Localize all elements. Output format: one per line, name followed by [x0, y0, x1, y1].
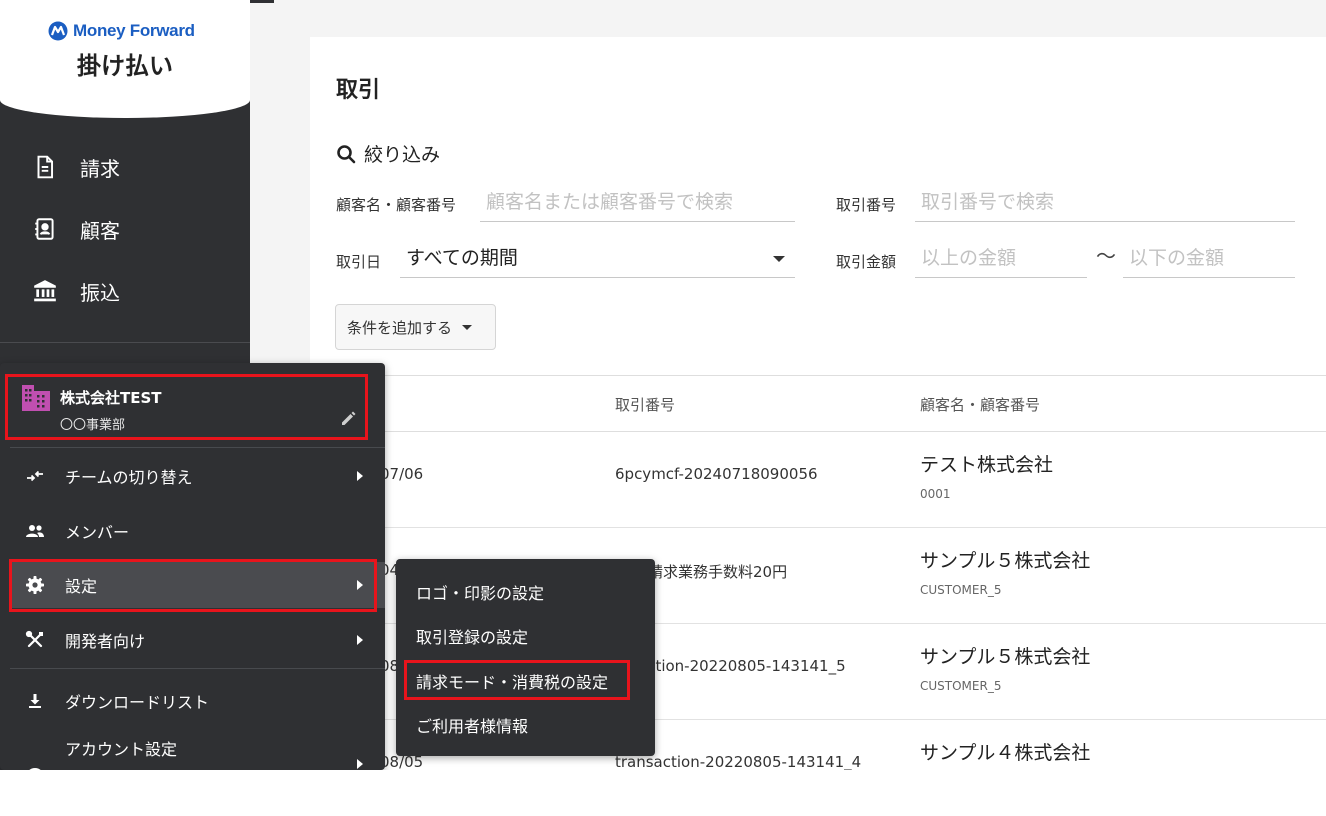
column-header-transaction-no[interactable]: 取引番号 [615, 394, 675, 415]
logo-text: Money Forward [73, 21, 195, 40]
search-icon [337, 144, 356, 163]
sidebar-item-transfer[interactable]: 振込 [0, 260, 250, 322]
tax-settings-highlight-frame [404, 660, 630, 700]
row-transaction-no: 請求業務手数料20円 [648, 563, 788, 581]
sidebar-nav: 請求 顧客 振込 [0, 136, 250, 322]
menu-divider [10, 447, 385, 448]
menu-item-download-list[interactable]: ダウンロードリスト [10, 678, 385, 724]
settings-submenu: ロゴ・印影の設定 取引登録の設定 請求モード・消費税の設定 ご利用者様情報 [396, 559, 655, 756]
filter-heading: 絞り込み [336, 140, 440, 167]
add-condition-button[interactable]: 条件を追加する [335, 304, 496, 350]
menu-item-label: チームの切り替え [65, 468, 193, 487]
amount-max-input[interactable]: 以下の金額 [1123, 242, 1295, 278]
date-range-value: すべての期間 [406, 247, 518, 269]
header-edge [250, 0, 274, 3]
sidebar-divider [0, 342, 250, 343]
money-forward-logo-icon [48, 21, 68, 41]
account-icon [29, 768, 41, 770]
row-customer-name: テスト株式会社 [920, 454, 1054, 476]
customer-filter-label: 顧客名・顧客番号 [336, 196, 457, 214]
sidebar-item-label: 振込 [80, 280, 120, 305]
settings-highlight-frame [9, 559, 377, 612]
app-viewport: Money Forward 掛け払い 請求 顧客 振込 取引 絞り込み 顧客名・… [0, 0, 1326, 770]
submenu-item-logo-seal[interactable]: ロゴ・印影の設定 [416, 580, 544, 604]
sidebar-item-label: 顧客 [80, 218, 120, 243]
menu-item-label: アカウント設定 [65, 740, 178, 759]
menu-item-members[interactable]: メンバー [10, 508, 385, 554]
row-customer-name: サンプル５株式会社 [920, 646, 1091, 668]
tools-icon [25, 630, 43, 648]
customer-search-input[interactable]: 顧客名または顧客番号で検索 [480, 186, 795, 222]
row-customer-no: 0001 [920, 487, 951, 501]
download-icon [29, 694, 41, 708]
bank-icon [34, 280, 56, 302]
sidebar-item-billing[interactable]: 請求 [0, 136, 250, 198]
page-title: 取引 [336, 78, 381, 103]
amount-range-separator: 〜 [1096, 244, 1116, 268]
row-transaction-no: 6pcymcf-20240718090056 [615, 465, 818, 483]
date-range-select[interactable]: すべての期間 [400, 242, 795, 278]
submenu-item-transaction-registration[interactable]: 取引登録の設定 [416, 624, 528, 648]
chevron-right-icon [357, 635, 363, 645]
menu-item-label: ダウンロードリスト [65, 693, 210, 712]
menu-divider [10, 668, 385, 669]
people-icon [26, 525, 44, 537]
sidebar-item-customers[interactable]: 顧客 [0, 198, 250, 260]
menu-item-label: 開発者向け [65, 632, 146, 651]
chevron-right-icon [357, 471, 363, 481]
amount-min-input[interactable]: 以上の金額 [915, 242, 1087, 278]
filter-heading-label: 絞り込み [364, 144, 441, 166]
brand-header[interactable]: Money Forward 掛け払い [0, 0, 250, 118]
transaction-no-search-input[interactable]: 取引番号で検索 [915, 186, 1295, 222]
date-filter-label: 取引日 [336, 253, 382, 271]
product-name: 掛け払い [77, 52, 173, 80]
menu-item-account-settings[interactable]: アカウント設定 [10, 733, 385, 770]
caret-down-icon [773, 256, 785, 262]
row-date: 07/06 [380, 465, 424, 483]
account-menu: 株式会社TEST 〇〇事業部 チームの切り替え メンバー 設定 開発者向け ダウ… [0, 363, 385, 770]
money-forward-logo: Money Forward [48, 20, 195, 42]
submenu-item-user-info[interactable]: ご利用者様情報 [416, 713, 528, 737]
sidebar-item-label: 請求 [80, 156, 120, 181]
contact-card-icon [35, 218, 54, 240]
add-condition-label: 条件を追加する [347, 318, 453, 337]
table-top-divider [310, 375, 1326, 376]
row-transaction-no: action-20220805-143141_5 [638, 657, 846, 675]
row-customer-name: サンプル５株式会社 [920, 550, 1091, 572]
amount-filter-label: 取引金額 [836, 253, 897, 271]
row-customer-no: CUSTOMER_5 [920, 583, 1002, 597]
caret-down-icon [462, 324, 473, 330]
row-customer-no: CUSTOMER_5 [920, 679, 1002, 693]
row-divider [310, 527, 1326, 528]
row-customer-name: サンプル４株式会社 [920, 742, 1091, 764]
menu-item-switch-team[interactable]: チームの切り替え [10, 453, 385, 499]
transaction-no-filter-label: 取引番号 [836, 196, 897, 214]
menu-item-developer[interactable]: 開発者向け [10, 617, 385, 663]
document-icon [37, 155, 54, 179]
switch-arrows-icon [27, 470, 43, 482]
menu-item-label: メンバー [65, 523, 130, 542]
team-highlight-frame [5, 374, 368, 440]
chevron-right-icon [357, 759, 363, 769]
column-header-customer[interactable]: 顧客名・顧客番号 [920, 394, 1040, 415]
table-header-divider [310, 431, 1326, 432]
